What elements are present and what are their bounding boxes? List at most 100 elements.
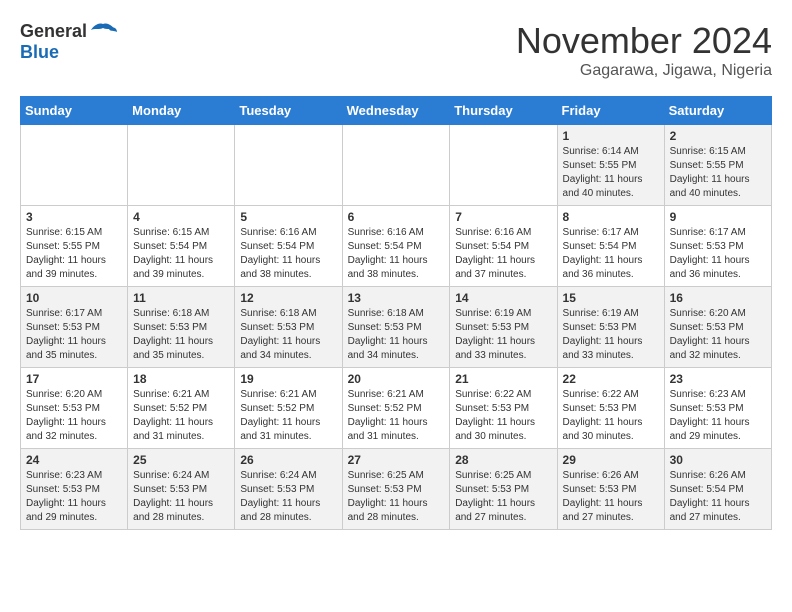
location-text: Gagarawa, Jigawa, Nigeria bbox=[516, 62, 772, 80]
day-number: 10 bbox=[26, 291, 122, 305]
calendar-day-cell: 8Sunrise: 6:17 AM Sunset: 5:54 PM Daylig… bbox=[557, 206, 664, 287]
day-number: 11 bbox=[133, 291, 229, 305]
day-info: Sunrise: 6:16 AM Sunset: 5:54 PM Dayligh… bbox=[240, 226, 336, 282]
day-number: 22 bbox=[563, 372, 659, 386]
day-number: 17 bbox=[26, 372, 122, 386]
day-info: Sunrise: 6:19 AM Sunset: 5:53 PM Dayligh… bbox=[455, 307, 551, 363]
day-number: 12 bbox=[240, 291, 336, 305]
day-info: Sunrise: 6:25 AM Sunset: 5:53 PM Dayligh… bbox=[348, 469, 445, 525]
day-info: Sunrise: 6:16 AM Sunset: 5:54 PM Dayligh… bbox=[455, 226, 551, 282]
calendar-day-cell: 18Sunrise: 6:21 AM Sunset: 5:52 PM Dayli… bbox=[128, 368, 235, 449]
calendar-day-cell: 29 Sunrise: 6:26 AM Sunset: 5:53 PM Dayli… bbox=[557, 449, 664, 530]
day-number: 24 bbox=[26, 453, 122, 467]
calendar-day-cell bbox=[235, 125, 342, 206]
day-number: 30 bbox=[670, 453, 766, 467]
calendar-day-cell: 14 Sunrise: 6:19 AM Sunset: 5:53 PM Dayli… bbox=[450, 287, 557, 368]
logo: General Blue bbox=[20, 20, 117, 63]
calendar-week-row: 17 Sunrise: 6:20 AM Sunset: 5:53 PM Dayli… bbox=[21, 368, 772, 449]
day-number: 29 bbox=[563, 453, 659, 467]
day-number: 7 bbox=[455, 210, 551, 224]
day-number: 28 bbox=[455, 453, 551, 467]
calendar-day-cell: 15Sunrise: 6:19 AM Sunset: 5:53 PM Dayli… bbox=[557, 287, 664, 368]
calendar-day-cell: 26Sunrise: 6:24 AM Sunset: 5:53 PM Dayli… bbox=[235, 449, 342, 530]
calendar-day-cell bbox=[342, 125, 450, 206]
day-number: 5 bbox=[240, 210, 336, 224]
logo-bird-icon bbox=[89, 20, 117, 42]
day-info: Sunrise: 6:23 AM Sunset: 5:53 PM Dayligh… bbox=[670, 388, 766, 444]
day-info: Sunrise: 6:15 AM Sunset: 5:55 PM Dayligh… bbox=[670, 145, 766, 201]
day-info: Sunrise: 6:26 AM Sunset: 5:53 PM Dayligh… bbox=[563, 469, 659, 525]
title-block: November 2024 Gagarawa, Jigawa, Nigeria bbox=[516, 20, 772, 80]
calendar-day-cell: 11Sunrise: 6:18 AM Sunset: 5:53 PM Dayli… bbox=[128, 287, 235, 368]
day-info: Sunrise: 6:22 AM Sunset: 5:53 PM Dayligh… bbox=[455, 388, 551, 444]
page-header: General Blue November 2024 Gagarawa, Jig… bbox=[20, 20, 772, 80]
calendar-day-cell bbox=[450, 125, 557, 206]
calendar-day-cell: 23 Sunrise: 6:23 AM Sunset: 5:53 PM Dayli… bbox=[664, 368, 771, 449]
day-info: Sunrise: 6:21 AM Sunset: 5:52 PM Dayligh… bbox=[348, 388, 445, 444]
calendar-day-cell: 10Sunrise: 6:17 AM Sunset: 5:53 PM Dayli… bbox=[21, 287, 128, 368]
day-number: 21 bbox=[455, 372, 551, 386]
calendar-day-cell: 22 Sunrise: 6:22 AM Sunset: 5:53 PM Dayli… bbox=[557, 368, 664, 449]
day-number: 15 bbox=[563, 291, 659, 305]
day-number: 14 bbox=[455, 291, 551, 305]
day-number: 19 bbox=[240, 372, 336, 386]
day-number: 25 bbox=[133, 453, 229, 467]
calendar-day-cell: 3 Sunrise: 6:15 AM Sunset: 5:55 PM Daylig… bbox=[21, 206, 128, 287]
calendar-week-row: 3 Sunrise: 6:15 AM Sunset: 5:55 PM Daylig… bbox=[21, 206, 772, 287]
day-number: 13 bbox=[348, 291, 445, 305]
day-number: 4 bbox=[133, 210, 229, 224]
day-info: Sunrise: 6:23 AM Sunset: 5:53 PM Dayligh… bbox=[26, 469, 122, 525]
calendar-day-cell: 16 Sunrise: 6:20 AM Sunset: 5:53 PM Dayli… bbox=[664, 287, 771, 368]
day-info: Sunrise: 6:16 AM Sunset: 5:54 PM Dayligh… bbox=[348, 226, 445, 282]
weekday-header: Thursday bbox=[450, 97, 557, 125]
month-title: November 2024 bbox=[516, 20, 772, 62]
calendar-week-row: 1 Sunrise: 6:14 AM Sunset: 5:55 PM Daylig… bbox=[21, 125, 772, 206]
day-number: 2 bbox=[670, 129, 766, 143]
weekday-header: Wednesday bbox=[342, 97, 450, 125]
day-number: 23 bbox=[670, 372, 766, 386]
calendar-day-cell: 25 Sunrise: 6:24 AM Sunset: 5:53 PM Dayli… bbox=[128, 449, 235, 530]
calendar-day-cell: 27 Sunrise: 6:25 AM Sunset: 5:53 PM Dayli… bbox=[342, 449, 450, 530]
day-info: Sunrise: 6:17 AM Sunset: 5:54 PM Dayligh… bbox=[563, 226, 659, 282]
calendar-day-cell: 30 Sunrise: 6:26 AM Sunset: 5:54 PM Dayli… bbox=[664, 449, 771, 530]
day-info: Sunrise: 6:21 AM Sunset: 5:52 PM Dayligh… bbox=[240, 388, 336, 444]
day-number: 18 bbox=[133, 372, 229, 386]
calendar-day-cell: 17 Sunrise: 6:20 AM Sunset: 5:53 PM Dayli… bbox=[21, 368, 128, 449]
weekday-header: Friday bbox=[557, 97, 664, 125]
weekday-header: Tuesday bbox=[235, 97, 342, 125]
calendar-day-cell: 21 Sunrise: 6:22 AM Sunset: 5:53 PM Dayli… bbox=[450, 368, 557, 449]
calendar-table: SundayMondayTuesdayWednesdayThursdayFrid… bbox=[20, 96, 772, 530]
day-number: 20 bbox=[348, 372, 445, 386]
day-number: 3 bbox=[26, 210, 122, 224]
calendar-week-row: 24 Sunrise: 6:23 AM Sunset: 5:53 PM Dayli… bbox=[21, 449, 772, 530]
day-number: 27 bbox=[348, 453, 445, 467]
logo-general-text: General bbox=[20, 21, 87, 42]
calendar-day-cell: 19 Sunrise: 6:21 AM Sunset: 5:52 PM Dayli… bbox=[235, 368, 342, 449]
calendar-day-cell bbox=[128, 125, 235, 206]
day-info: Sunrise: 6:22 AM Sunset: 5:53 PM Dayligh… bbox=[563, 388, 659, 444]
day-info: Sunrise: 6:18 AM Sunset: 5:53 PM Dayligh… bbox=[348, 307, 445, 363]
day-number: 1 bbox=[563, 129, 659, 143]
day-info: Sunrise: 6:14 AM Sunset: 5:55 PM Dayligh… bbox=[563, 145, 659, 201]
day-info: Sunrise: 6:15 AM Sunset: 5:54 PM Dayligh… bbox=[133, 226, 229, 282]
calendar-day-cell: 5 Sunrise: 6:16 AM Sunset: 5:54 PM Daylig… bbox=[235, 206, 342, 287]
calendar-day-cell: 2 Sunrise: 6:15 AM Sunset: 5:55 PM Daylig… bbox=[664, 125, 771, 206]
day-info: Sunrise: 6:26 AM Sunset: 5:54 PM Dayligh… bbox=[670, 469, 766, 525]
day-number: 16 bbox=[670, 291, 766, 305]
calendar-day-cell: 9 Sunrise: 6:17 AM Sunset: 5:53 PM Daylig… bbox=[664, 206, 771, 287]
weekday-header: Sunday bbox=[21, 97, 128, 125]
day-info: Sunrise: 6:17 AM Sunset: 5:53 PM Dayligh… bbox=[670, 226, 766, 282]
day-info: Sunrise: 6:24 AM Sunset: 5:53 PM Dayligh… bbox=[133, 469, 229, 525]
calendar-day-cell: 6 Sunrise: 6:16 AM Sunset: 5:54 PM Daylig… bbox=[342, 206, 450, 287]
calendar-header-row: SundayMondayTuesdayWednesdayThursdayFrid… bbox=[21, 97, 772, 125]
day-number: 9 bbox=[670, 210, 766, 224]
day-number: 6 bbox=[348, 210, 445, 224]
day-info: Sunrise: 6:20 AM Sunset: 5:53 PM Dayligh… bbox=[26, 388, 122, 444]
calendar-day-cell: 20 Sunrise: 6:21 AM Sunset: 5:52 PM Dayli… bbox=[342, 368, 450, 449]
weekday-header: Saturday bbox=[664, 97, 771, 125]
logo-blue-text: Blue bbox=[20, 42, 59, 63]
calendar-day-cell: 28Sunrise: 6:25 AM Sunset: 5:53 PM Dayli… bbox=[450, 449, 557, 530]
day-info: Sunrise: 6:15 AM Sunset: 5:55 PM Dayligh… bbox=[26, 226, 122, 282]
calendar-week-row: 10Sunrise: 6:17 AM Sunset: 5:53 PM Dayli… bbox=[21, 287, 772, 368]
day-info: Sunrise: 6:20 AM Sunset: 5:53 PM Dayligh… bbox=[670, 307, 766, 363]
